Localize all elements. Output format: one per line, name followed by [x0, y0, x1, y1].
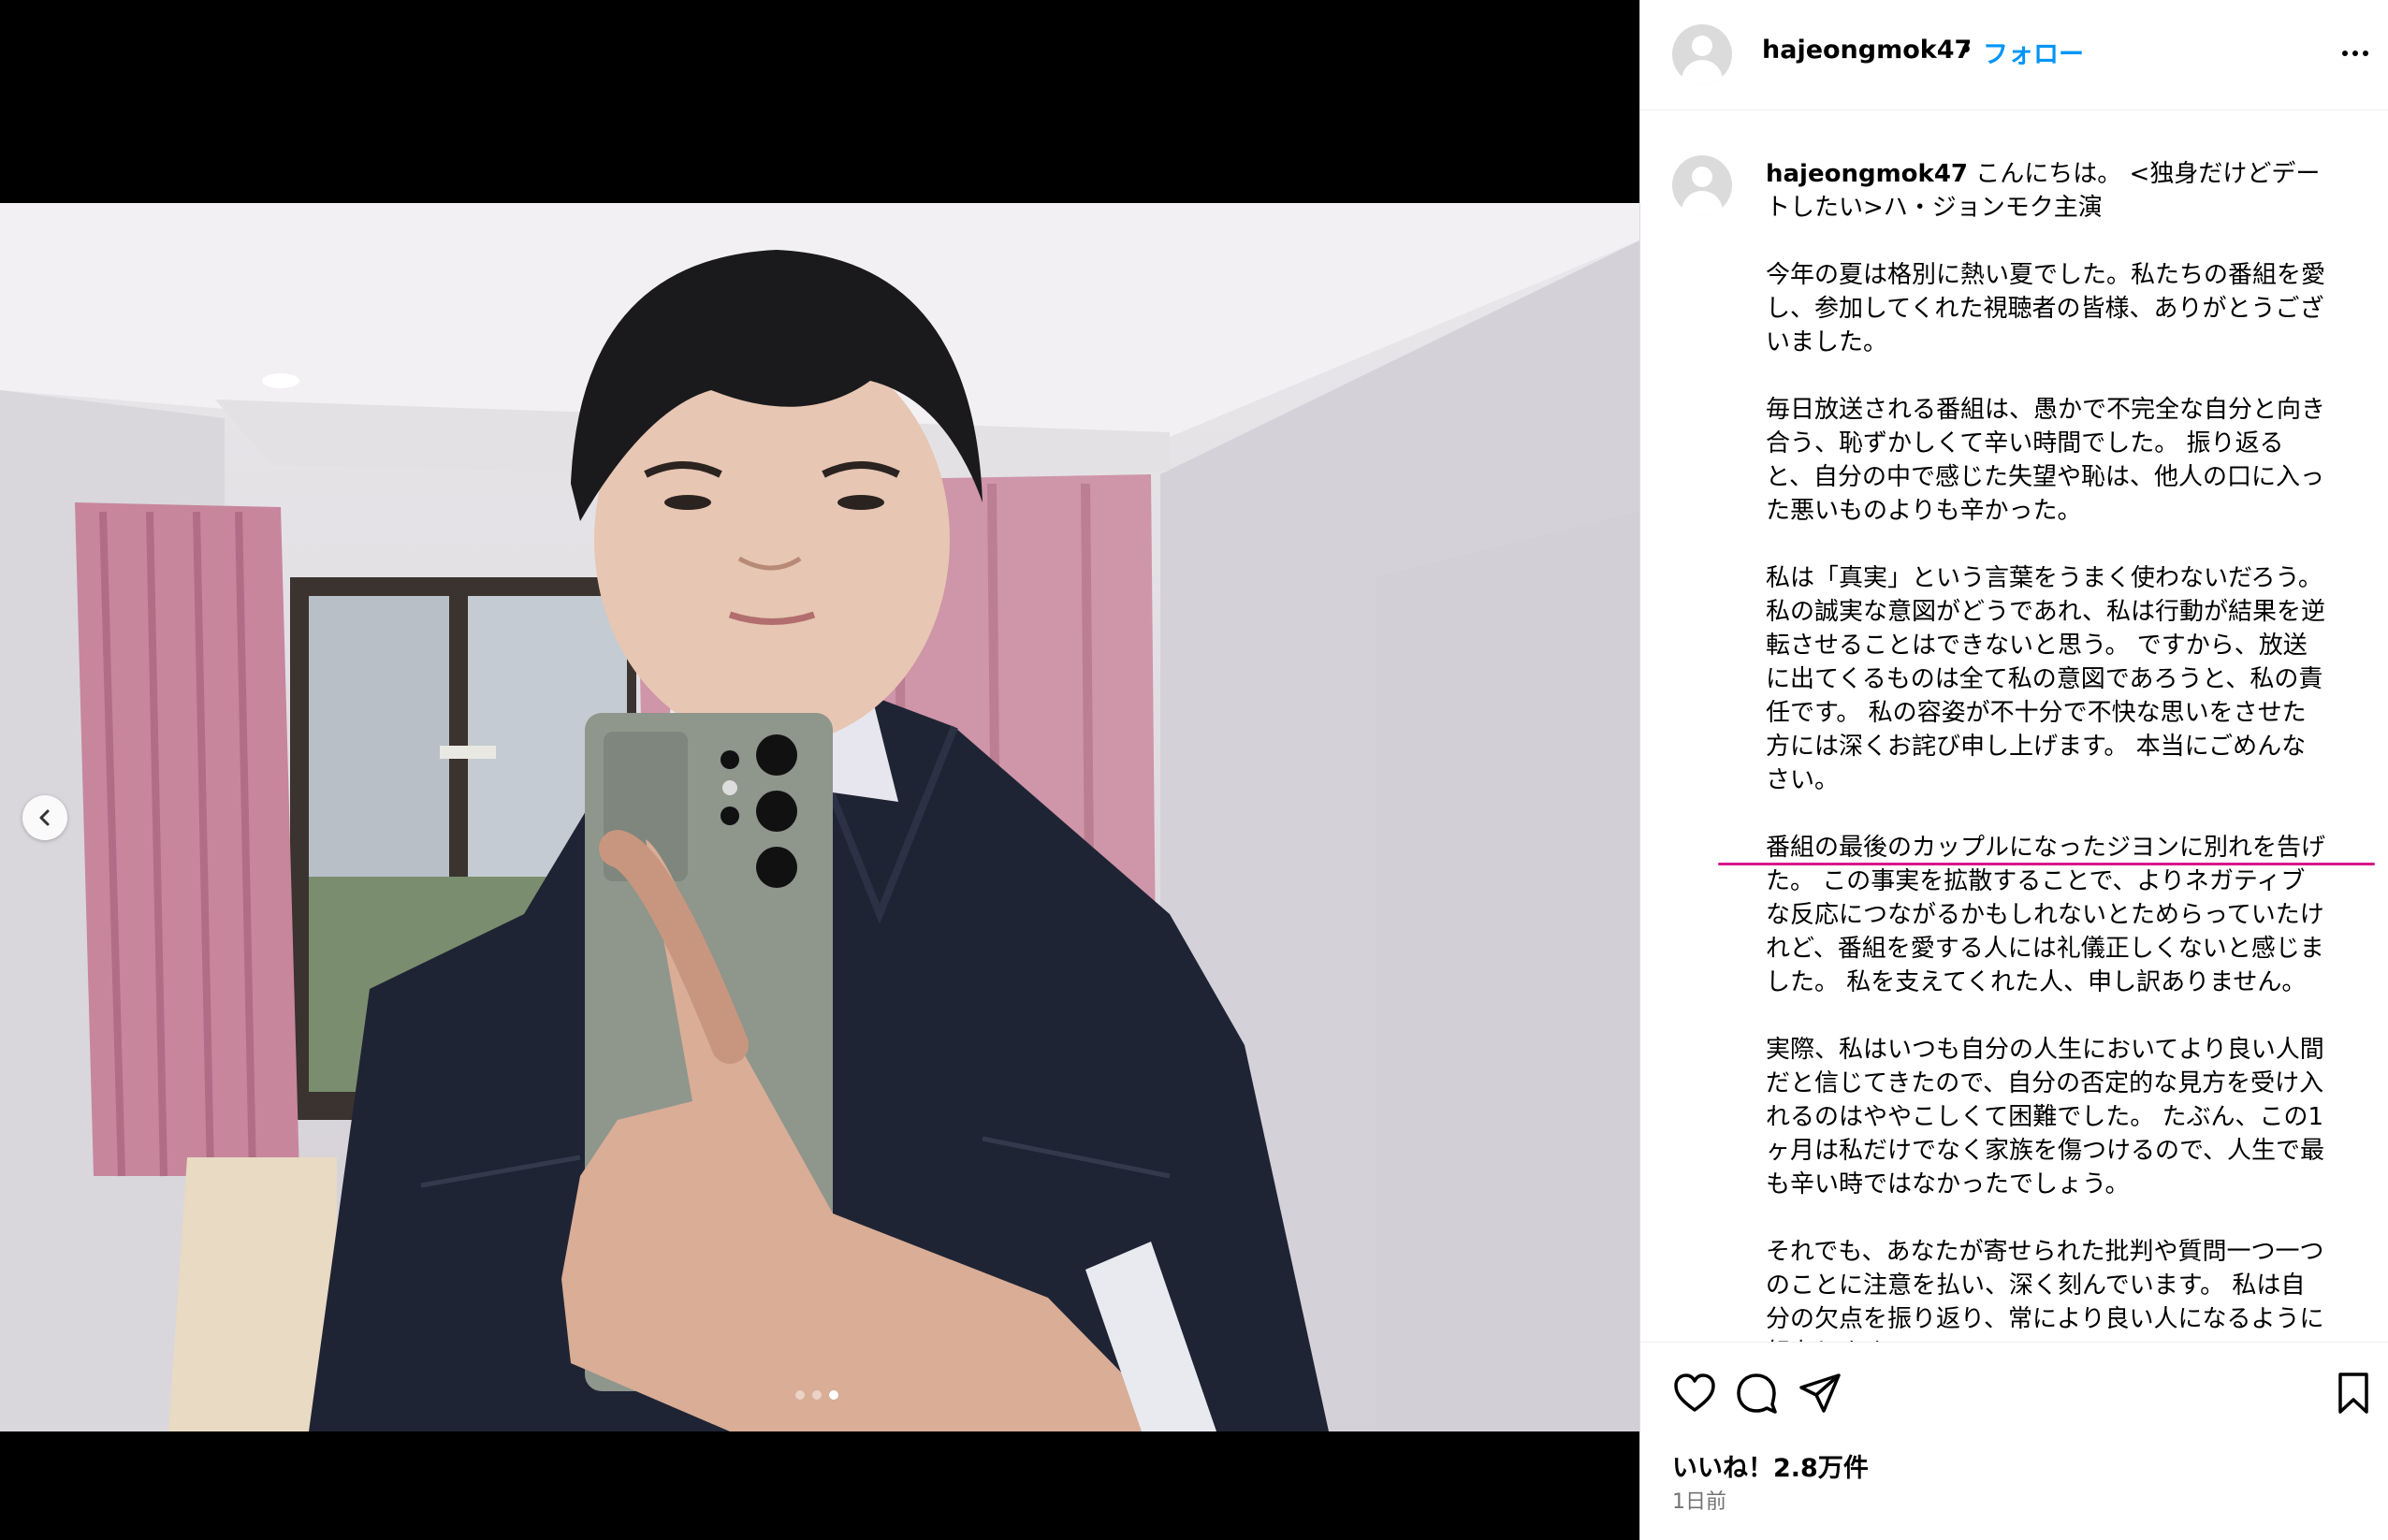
- comment-icon[interactable]: [1734, 1371, 1779, 1419]
- follow-button[interactable]: フォロー: [1983, 34, 2084, 70]
- caption-paragraph: 私は「真実」という言葉をうまく使わないだろう。私の誠実な意図がどうであれ、私は行…: [1766, 564, 2326, 794]
- avatar[interactable]: [1672, 24, 1732, 84]
- bookmark-icon[interactable]: [2335, 1371, 2372, 1419]
- more-icon[interactable]: [2337, 39, 2374, 67]
- post-media: [0, 0, 1639, 1540]
- caption-text: hajeongmok47 こんにちは。 <独身だけどデートしたい>ハ・ジョンモク…: [1766, 157, 2327, 1342]
- chevron-left-icon: [39, 809, 50, 826]
- caption-username[interactable]: hajeongmok47: [1766, 160, 1968, 188]
- post-timestamp[interactable]: 1日前: [1672, 1485, 1726, 1515]
- caption-paragraph: 今年の夏は格別に熱い夏でした。私たちの番組を愛し、参加してくれた視聴者の皆様、あ…: [1766, 261, 2326, 356]
- separator-dot: •: [1958, 36, 1973, 65]
- carousel-dot: [812, 1390, 822, 1400]
- action-bar: いいね！2.8万件 1日前: [1640, 1342, 2388, 1540]
- carousel-prev-button[interactable]: [22, 795, 67, 840]
- caption-section: hajeongmok47 こんにちは。 <独身だけどデートしたい>ハ・ジョンモク…: [1640, 110, 2388, 1342]
- caption-paragraph: 実際、私はいつも自分の人生においてより良い人間だと信じてきたので、自分の否定的な…: [1766, 1036, 2324, 1199]
- post-header: hajeongmok47 • フォロー: [1640, 0, 2388, 110]
- heart-icon[interactable]: [1672, 1371, 1717, 1419]
- caption-paragraph: 毎日放送される番組は、愚かで不完全な自分と向き合う、恥ずかしくて辛い時間でした。…: [1766, 396, 2326, 525]
- caption-intro: hajeongmok47 こんにちは。 <独身だけどデートしたい>ハ・ジョンモク…: [1766, 157, 2327, 225]
- post-photo: [0, 203, 1639, 1431]
- post-sidebar: hajeongmok47 • フォロー hajeongmok47 こんにちは。 …: [1639, 0, 2388, 1540]
- caption-paragraph-highlighted: 番組の最後のカップルになったジヨンに別れを告げた。 この事実を拡散することで、よ…: [1766, 834, 2326, 996]
- caption-paragraph: それでも、あなたが寄せられた批判や質問一つ一つのことに注意を払い、深く刻んでいま…: [1766, 1238, 2324, 1342]
- header-username[interactable]: hajeongmok47: [1762, 36, 1972, 65]
- share-icon[interactable]: [1798, 1371, 1842, 1419]
- caption-avatar[interactable]: [1672, 155, 1732, 215]
- carousel-dot-active: [829, 1390, 838, 1400]
- carousel-dot: [795, 1390, 805, 1400]
- photo-illustration: [0, 203, 1639, 1431]
- highlight-underline: [1718, 863, 2375, 865]
- carousel-indicator: [795, 1390, 838, 1400]
- likes-count[interactable]: いいね！2.8万件: [1672, 1447, 1869, 1484]
